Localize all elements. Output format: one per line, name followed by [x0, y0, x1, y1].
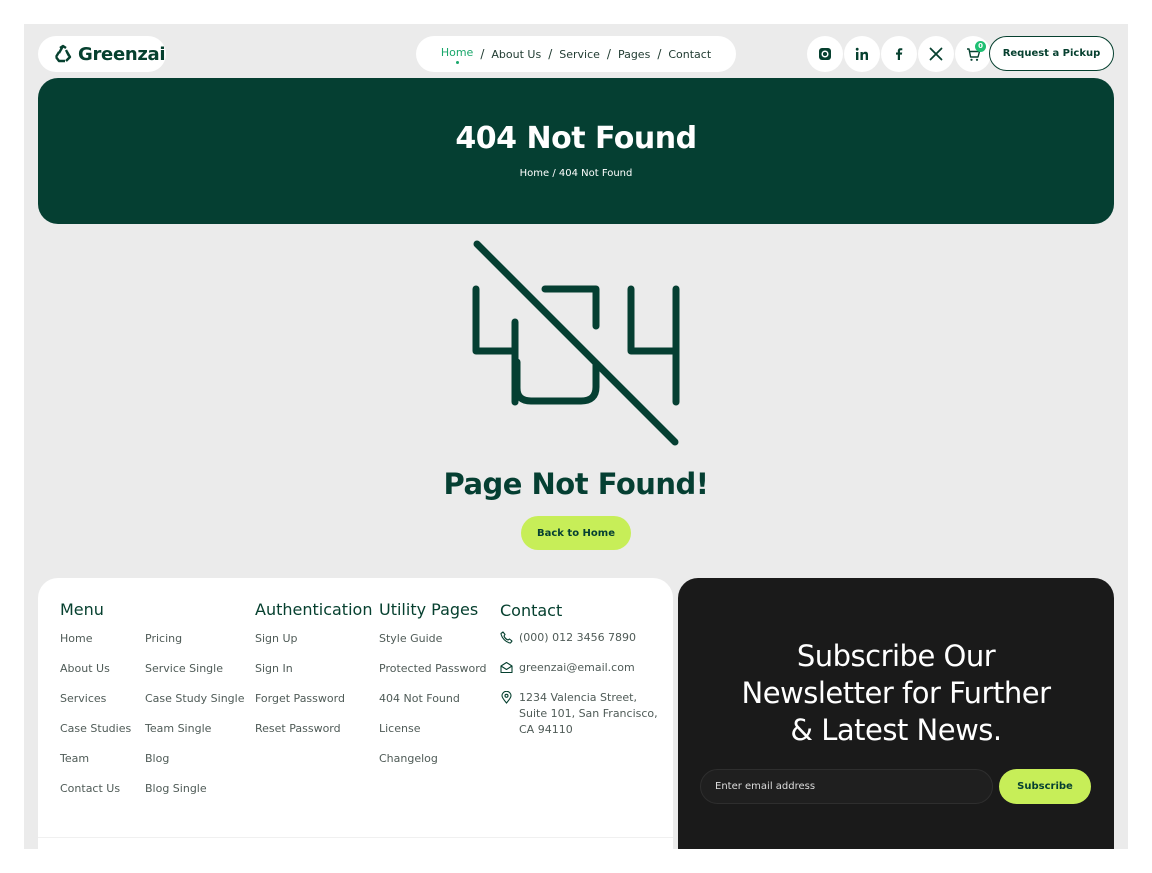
footer-link-changelog[interactable]: Changelog: [379, 752, 438, 765]
nav-item-service[interactable]: Service: [559, 48, 600, 61]
footer-link-service-single[interactable]: Service Single: [145, 662, 223, 675]
address-line-1: 1234 Valencia Street,: [519, 691, 637, 704]
footer-link-forget-password[interactable]: Forget Password: [255, 692, 345, 705]
page-hero: 404 Not Found Home / 404 Not Found: [38, 78, 1114, 224]
breadcrumb: Home / 404 Not Found: [519, 168, 633, 179]
brand-name: Greenzai: [78, 43, 166, 65]
nav-item-pages[interactable]: Pages: [618, 48, 650, 61]
footer-link-blog[interactable]: Blog: [145, 752, 169, 765]
subscribe-button[interactable]: Subscribe: [999, 769, 1091, 804]
location-pin-icon: [501, 691, 512, 704]
newsletter-title-line-3: & Latest News.: [790, 713, 1002, 747]
footer-link-contact-us[interactable]: Contact Us: [60, 782, 120, 795]
footer-link-style-guide[interactable]: Style Guide: [379, 632, 442, 645]
footer-divider: [38, 837, 673, 838]
newsletter-title-line-2: Newsletter for Further: [741, 676, 1052, 710]
404-illustration: [472, 240, 680, 446]
nav-separator: /: [657, 47, 662, 61]
footer-link-team[interactable]: Team: [60, 752, 89, 765]
footer-link-about-us[interactable]: About Us: [60, 662, 110, 675]
linkedin-icon[interactable]: [844, 36, 880, 72]
address-line-2: Suite 101, San Francisco,: [519, 707, 658, 720]
main-nav: Home / About Us / Service / Pages / Cont…: [416, 36, 736, 72]
x-icon[interactable]: [918, 36, 954, 72]
footer-links: Menu Home About Us Services Case Studies…: [38, 578, 673, 849]
social-links: 0: [807, 36, 991, 72]
utility-pages-heading: Utility Pages: [379, 600, 479, 619]
nav-separator: /: [548, 47, 553, 61]
cart-button[interactable]: 0: [955, 36, 991, 72]
footer-link-services[interactable]: Services: [60, 692, 106, 705]
newsletter-title: Subscribe Our Newsletter for Further & L…: [678, 638, 1114, 749]
footer-link-404-not-found[interactable]: 404 Not Found: [379, 692, 460, 705]
footer-link-team-single[interactable]: Team Single: [145, 722, 211, 735]
nav-separator: /: [480, 47, 485, 61]
page-title: 404 Not Found: [455, 121, 697, 156]
footer-link-case-studies[interactable]: Case Studies: [60, 722, 131, 735]
contact-phone[interactable]: (000) 012 3456 7890: [500, 630, 636, 646]
nav-item-about-us[interactable]: About Us: [491, 48, 541, 61]
page-frame: Greenzai Home / About Us / Service / Pag…: [24, 24, 1128, 849]
contact-email[interactable]: greenzai@email.com: [500, 660, 635, 676]
footer-link-license[interactable]: License: [379, 722, 420, 735]
footer-link-blog-single[interactable]: Blog Single: [145, 782, 207, 795]
authentication-heading: Authentication: [255, 600, 373, 619]
contact-heading: Contact: [500, 601, 563, 620]
email-input[interactable]: Enter email address: [700, 769, 993, 804]
contact-phone-text: (000) 012 3456 7890: [519, 631, 637, 644]
logo[interactable]: Greenzai: [38, 36, 166, 72]
mail-icon: [500, 661, 513, 674]
footer-link-pricing[interactable]: Pricing: [145, 632, 182, 645]
contact-email-text: greenzai@email.com: [519, 661, 635, 674]
phone-icon: [500, 631, 513, 644]
footer-link-case-study-single[interactable]: Case Study Single: [145, 692, 245, 705]
back-to-home-button[interactable]: Back to Home: [521, 516, 631, 550]
address-line-3: CA 94110: [519, 723, 573, 736]
footer-link-home[interactable]: Home: [60, 632, 92, 645]
instagram-icon[interactable]: [807, 36, 843, 72]
menu-heading: Menu: [60, 600, 104, 619]
error-heading: Page Not Found!: [443, 467, 709, 501]
newsletter-title-line-1: Subscribe Our: [796, 639, 996, 673]
footer-link-sign-in[interactable]: Sign In: [255, 662, 293, 675]
footer-link-sign-up[interactable]: Sign Up: [255, 632, 298, 645]
request-pickup-button[interactable]: Request a Pickup: [989, 36, 1114, 71]
recycle-icon: [54, 44, 72, 63]
nav-item-home[interactable]: Home: [441, 46, 473, 64]
facebook-icon[interactable]: [881, 36, 917, 72]
nav-separator: /: [606, 47, 611, 61]
nav-item-contact[interactable]: Contact: [668, 48, 711, 61]
cart-count-badge: 0: [975, 41, 986, 52]
newsletter-panel: Subscribe Our Newsletter for Further & L…: [678, 578, 1114, 849]
footer-link-reset-password[interactable]: Reset Password: [255, 722, 341, 735]
footer-link-protected-password[interactable]: Protected Password: [379, 662, 487, 675]
contact-address: 1234 Valencia Street, Suite 101, San Fra…: [500, 690, 658, 738]
